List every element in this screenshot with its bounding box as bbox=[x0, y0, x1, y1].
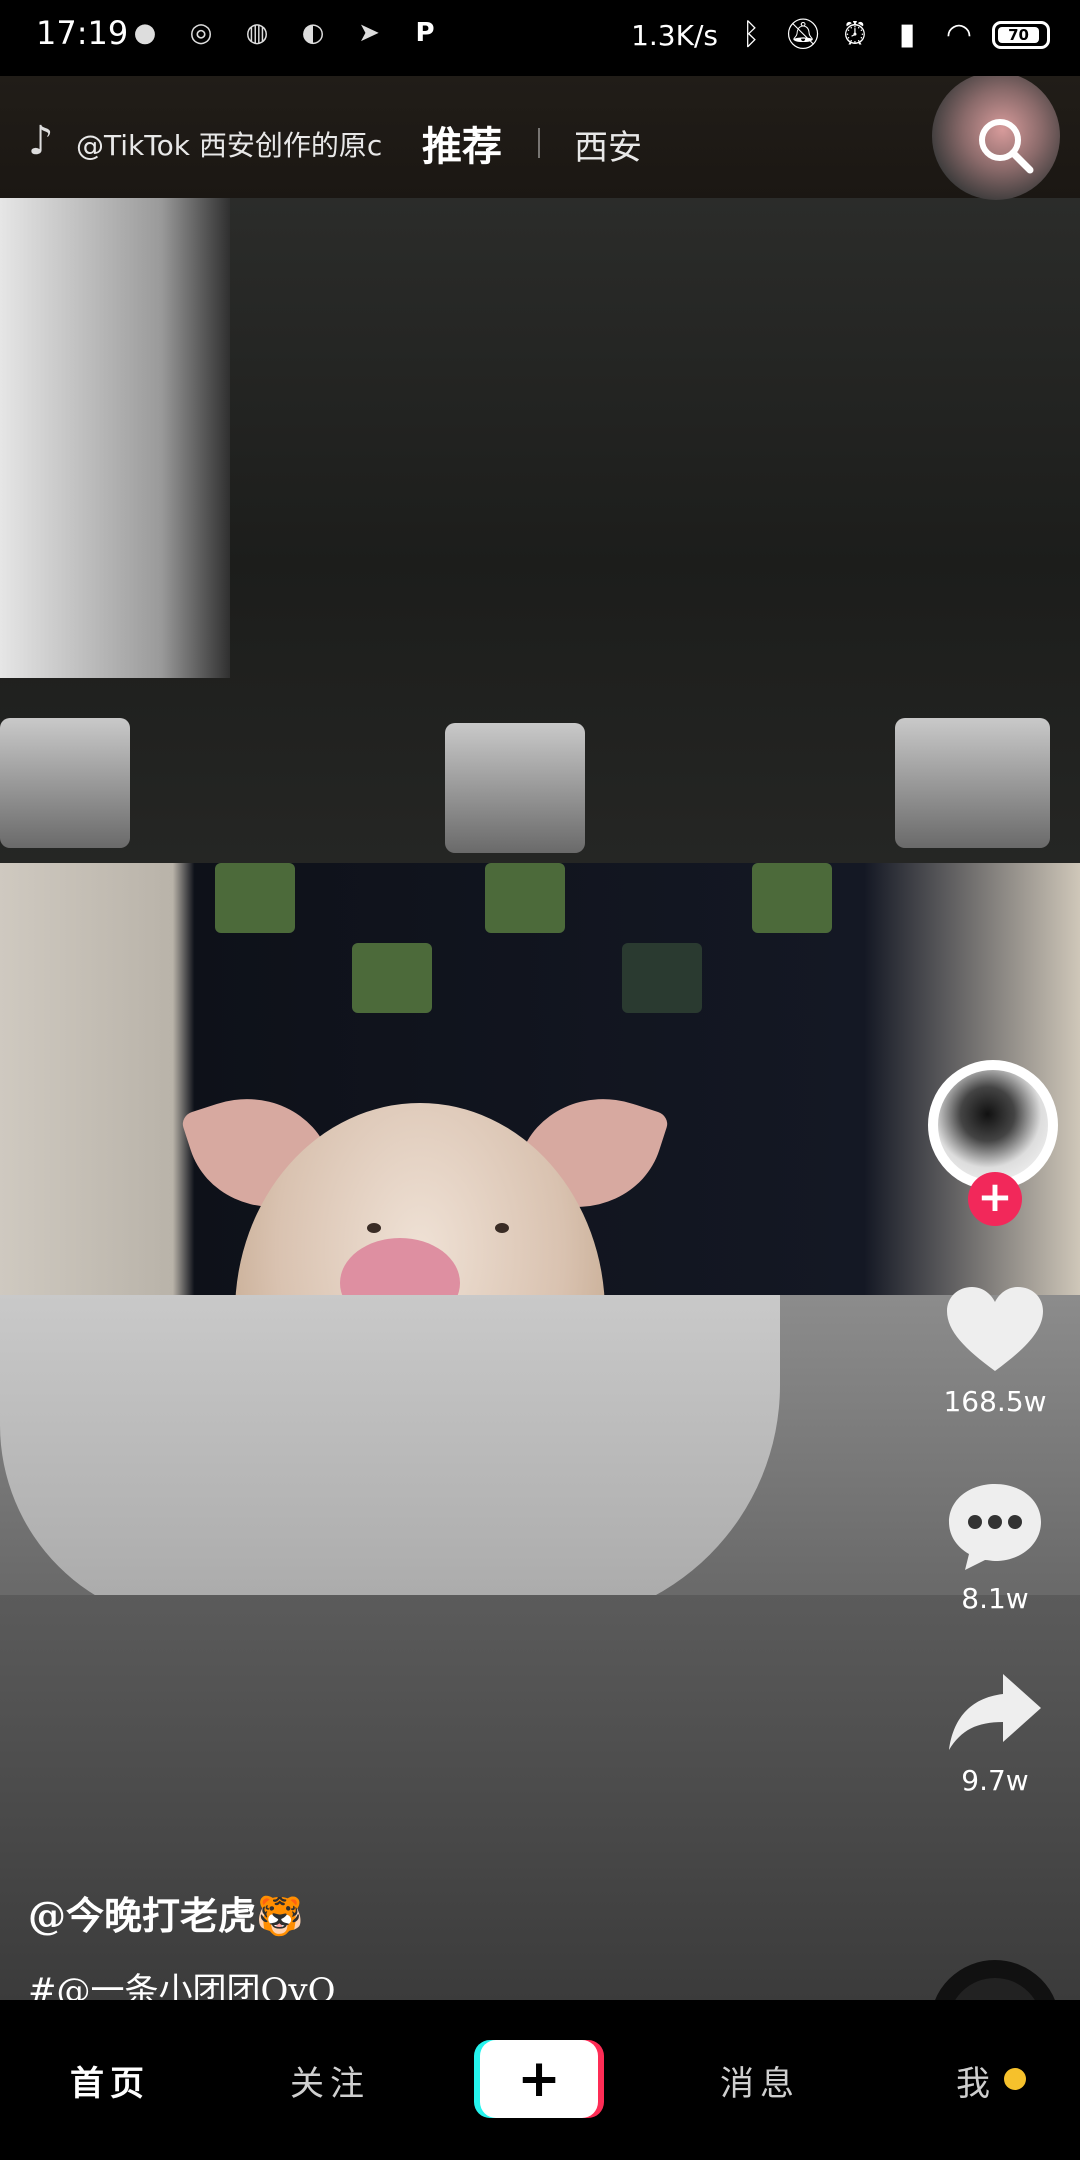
search-icon[interactable] bbox=[970, 110, 1040, 180]
comment-icon bbox=[949, 1484, 1041, 1570]
source-watermark: @TikTok 西安创作的原c bbox=[76, 129, 383, 162]
follow-button[interactable]: + bbox=[968, 1172, 1022, 1226]
wall-hole bbox=[485, 863, 565, 933]
wall-hole bbox=[215, 863, 295, 933]
status-right: 1.3K/s ᛒ 🔕︎ ⏰︎ ▮ ◠ 70 bbox=[631, 16, 1050, 54]
video-frame-wall bbox=[0, 198, 1080, 928]
video-player[interactable] bbox=[0, 76, 1080, 2000]
share-button[interactable]: 9.7w bbox=[920, 1670, 1070, 1797]
like-button[interactable]: 168.5w bbox=[920, 1285, 1070, 1418]
battery-icon: 70 bbox=[992, 21, 1050, 49]
wall-block bbox=[0, 198, 230, 678]
tiktok-logo-icon: ♪ bbox=[28, 118, 54, 164]
alarm-icon: ⏰︎ bbox=[843, 17, 867, 52]
globe-icon: ◍ bbox=[245, 18, 269, 48]
share-count: 9.7w bbox=[961, 1764, 1029, 1797]
pig-closeup bbox=[0, 1295, 780, 1625]
wifi-icon: ◠ bbox=[945, 17, 973, 52]
wall-hole bbox=[445, 723, 585, 853]
bottom-nav: 首页 关注 + 消息 我 bbox=[0, 2000, 1080, 2160]
vpn-icon: ◐ bbox=[301, 18, 325, 48]
status-left-icons: ● ◎ ◍ ◐ ➤ P bbox=[130, 18, 440, 48]
tab-recommend[interactable]: 推荐 bbox=[422, 114, 502, 172]
pig-eye bbox=[495, 1223, 509, 1233]
nav-follow[interactable]: 关注 bbox=[290, 2056, 370, 2105]
battery-level: 70 bbox=[998, 27, 1039, 43]
share-icon bbox=[949, 1674, 1041, 1750]
comment-count: 8.1w bbox=[961, 1582, 1029, 1615]
nav-home[interactable]: 首页 bbox=[70, 2056, 150, 2105]
bluetooth-icon: ᛒ bbox=[742, 17, 760, 52]
caption-author[interactable]: @今晚打老虎🐯 bbox=[28, 1885, 303, 1940]
create-button[interactable]: + bbox=[480, 2040, 598, 2118]
p-app-icon: P bbox=[415, 18, 435, 48]
like-count: 168.5w bbox=[943, 1385, 1047, 1418]
tab-city[interactable]: 西安 bbox=[574, 120, 642, 169]
status-time: 17:19 bbox=[36, 14, 129, 52]
mute-icon: 🔕︎ bbox=[784, 17, 823, 52]
browser-icon: ◎ bbox=[189, 18, 213, 48]
author-avatar-image bbox=[938, 1070, 1048, 1180]
wall-hole bbox=[0, 718, 130, 848]
nav-me[interactable]: 我 bbox=[956, 2056, 996, 2105]
wechat-icon: ● bbox=[133, 18, 157, 48]
comment-button[interactable]: 8.1w bbox=[920, 1480, 1070, 1615]
pig-eye bbox=[367, 1223, 381, 1233]
plus-icon: + bbox=[517, 2049, 561, 2109]
author-avatar[interactable] bbox=[928, 1060, 1058, 1190]
video-frame-pig bbox=[0, 863, 1080, 1523]
signal-icon: ▮ bbox=[898, 17, 916, 52]
nav-messages[interactable]: 消息 bbox=[720, 2056, 800, 2105]
top-bar: ♪ @TikTok 西安创作的原c 推荐 西安 bbox=[0, 108, 1080, 178]
location-icon: ➤ bbox=[358, 18, 380, 48]
wall-hole bbox=[895, 718, 1050, 848]
notification-dot bbox=[1004, 2068, 1026, 2090]
status-bar: 17:19 ● ◎ ◍ ◐ ➤ P 1.3K/s ᛒ 🔕︎ ⏰︎ ▮ ◠ 70 bbox=[0, 0, 1080, 76]
net-speed: 1.3K/s bbox=[631, 18, 718, 52]
wall-hole bbox=[752, 863, 832, 933]
tab-divider bbox=[538, 128, 540, 158]
wall-hole bbox=[352, 943, 432, 1013]
wall-hole bbox=[622, 943, 702, 1013]
heart-icon bbox=[947, 1287, 1043, 1371]
